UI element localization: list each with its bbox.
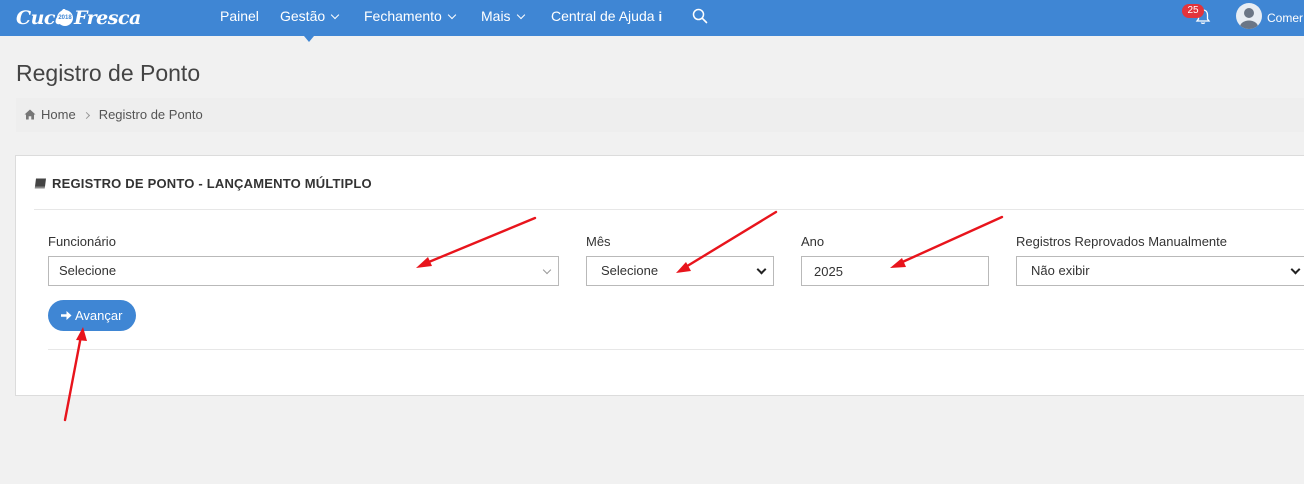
home-icon: [24, 109, 36, 120]
avatar[interactable]: [1236, 3, 1262, 29]
breadcrumb-home-link[interactable]: Home: [41, 107, 76, 122]
avatar-icon: [1240, 8, 1258, 29]
ano-input[interactable]: [801, 256, 989, 286]
nav-item-label: Fechamento: [364, 8, 442, 24]
registro-panel: REGISTRO DE PONTO - LANÇAMENTO MÚLTIPLO …: [15, 155, 1304, 396]
chevron-down-icon: [330, 10, 340, 20]
reprovados-select-value: Não exibir: [1031, 263, 1090, 278]
nav-item-label: Mais: [481, 8, 511, 24]
breadcrumb-current: Registro de Ponto: [98, 107, 203, 122]
logo-text-part2: Fresca: [74, 7, 141, 29]
mes-select[interactable]: Selecione: [586, 256, 774, 286]
book-icon: [34, 178, 46, 189]
panel-title-text: REGISTRO DE PONTO - LANÇAMENTO MÚLTIPLO: [52, 176, 372, 191]
nav-item-mais[interactable]: Mais: [481, 0, 525, 32]
reprovados-label: Registros Reprovados Manualmente: [1016, 234, 1227, 249]
search-icon[interactable]: [692, 8, 708, 24]
user-name[interactable]: Comer: [1267, 0, 1303, 36]
funcionario-select-value: Selecione: [59, 263, 117, 278]
mes-label: Mês: [586, 234, 611, 249]
nav-item-painel[interactable]: Painel: [220, 0, 259, 32]
info-icon: i: [658, 9, 663, 24]
chevron-down-icon: [756, 264, 767, 275]
reprovados-select[interactable]: Não exibir: [1016, 256, 1304, 286]
arrow-right-icon: [61, 311, 72, 320]
funcionario-label: Funcionário: [48, 234, 116, 249]
ano-label: Ano: [801, 234, 825, 249]
chevron-down-icon: [447, 10, 457, 20]
notification-count-badge[interactable]: 25: [1182, 4, 1204, 18]
logo-badge: 2018: [57, 10, 73, 26]
nav-item-label: Gestão: [280, 8, 326, 24]
panel-divider: [34, 209, 1304, 210]
avancar-button-label: Avançar: [75, 308, 123, 323]
funcionario-select[interactable]: Selecione: [48, 256, 559, 286]
nav-item-gestao[interactable]: Gestão: [280, 0, 340, 32]
nav-item-label: Painel: [220, 8, 259, 24]
top-navbar: Cucá 2018 Fresca Painel Gestão Fechament…: [0, 0, 1304, 36]
chevron-down-icon: [1290, 264, 1301, 275]
breadcrumb-separator-icon: [82, 111, 90, 120]
chevron-down-icon: [516, 10, 525, 20]
avancar-button[interactable]: Avançar: [48, 300, 136, 331]
nav-item-fechamento[interactable]: Fechamento: [364, 0, 457, 32]
panel-title: REGISTRO DE PONTO - LANÇAMENTO MÚLTIPLO: [34, 176, 372, 191]
chevron-down-icon: [542, 265, 552, 275]
brand-logo[interactable]: Cucá 2018 Fresca: [14, 4, 141, 32]
nav-item-label: Central de Ajuda: [551, 8, 655, 24]
mes-select-value: Selecione: [601, 263, 659, 278]
breadcrumb: Home Registro de Ponto: [16, 98, 1304, 132]
page-title: Registro de Ponto: [16, 60, 201, 86]
active-nav-indicator: [304, 36, 314, 42]
panel-divider: [48, 349, 1304, 350]
nav-item-central-de-ajuda[interactable]: Central de Ajuda i: [551, 0, 662, 32]
